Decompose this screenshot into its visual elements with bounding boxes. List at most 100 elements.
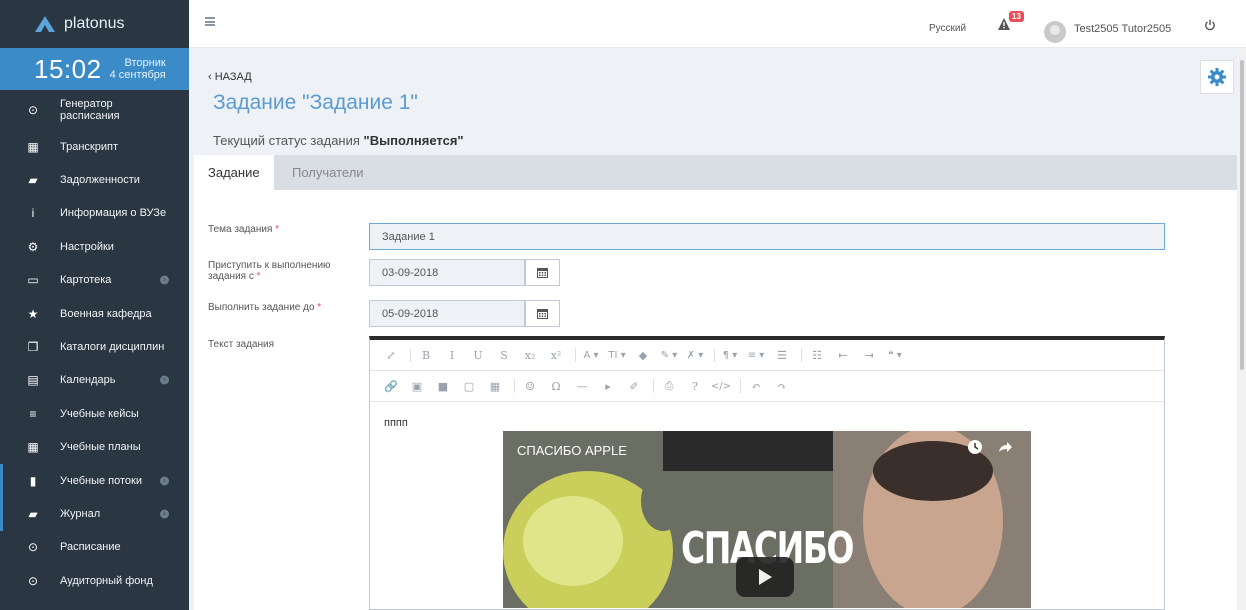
- sidebar-item[interactable]: ⊙ Генератор расписания: [0, 90, 189, 130]
- editor-tool-button[interactable]: ▸: [597, 380, 619, 393]
- sidebar-item[interactable]: ⊙ Расписание: [0, 531, 189, 564]
- editor-tool-button[interactable]: ☺: [519, 380, 541, 393]
- tab-recipients[interactable]: Получатели: [278, 155, 378, 190]
- file-icon: ▮: [29, 473, 37, 488]
- inbox-icon: ▰: [28, 173, 38, 188]
- editor-tool-button[interactable]: ▣: [406, 380, 428, 393]
- editor-tool-button[interactable]: ?: [684, 380, 706, 393]
- editor-tool-button[interactable]: ❝ ▾: [884, 350, 906, 361]
- sidebar-item[interactable]: ▰ Журнал ›: [0, 497, 189, 532]
- sidebar-item-label: Аудиторный фонд: [60, 575, 153, 587]
- status-value: "Выполняется": [363, 133, 464, 148]
- start-date-label-line1: Приступить к выполнению: [208, 260, 331, 271]
- editor-tool-button[interactable]: ¶ ▾: [719, 350, 741, 361]
- editor-tool-button[interactable]: x₂: [519, 349, 541, 362]
- toolbar-separator: [575, 348, 576, 362]
- sidebar-item[interactable]: ▤ Календарь ›: [0, 364, 189, 397]
- clock-icon: ⊙: [27, 573, 39, 588]
- sidebar-item[interactable]: ▮ Учебные потоки ›: [0, 463, 189, 498]
- editor-tool-button[interactable]: ▢: [458, 380, 480, 393]
- page-scrollbar-thumb[interactable]: [1240, 60, 1244, 370]
- clock-day: 4 сентября: [109, 69, 166, 81]
- editor-tool-button[interactable]: A ▾: [580, 350, 602, 361]
- start-date-input[interactable]: 03-09-2018: [369, 259, 525, 286]
- sidebar-item-label: Настройки: [60, 241, 114, 253]
- sidebar-item-label: Транскрипт: [60, 141, 118, 153]
- editor-tool-button[interactable]: U: [467, 349, 489, 362]
- editor-tool-button[interactable]: ☷: [806, 349, 828, 362]
- sidebar-item-label-line1: Генератор: [60, 98, 113, 110]
- sidebar-item[interactable]: ▦ Транскрипт: [0, 130, 189, 163]
- main-content: ‹ НАЗАД Задание "Задание 1" Текущий стат…: [189, 48, 1246, 610]
- editor-tool-button[interactable]: —: [571, 380, 593, 393]
- sidebar-item-label-line1: Каталоги дисциплин: [60, 341, 165, 354]
- editor-tool-button[interactable]: x²: [545, 349, 567, 362]
- logo-text: platonus: [64, 15, 125, 32]
- editor-tool-button[interactable]: ⎙: [658, 379, 680, 393]
- settings-button[interactable]: [1200, 60, 1234, 94]
- username[interactable]: Test2505 Tutor2505: [1074, 23, 1171, 35]
- editor-tool-button[interactable]: ◆: [632, 349, 654, 362]
- editor-tool-button[interactable]: ▦: [484, 380, 506, 393]
- editor-tool-button[interactable]: ⇥: [858, 349, 880, 362]
- due-date-calendar-button[interactable]: [525, 300, 560, 327]
- editor-tool-button[interactable]: ⇤: [832, 349, 854, 362]
- language-selector[interactable]: Русский: [929, 23, 966, 34]
- editor-tool-button[interactable]: B: [415, 349, 437, 362]
- sidebar-item[interactable]: ▦ Учебные планы: [0, 431, 189, 464]
- editor-tool-button[interactable]: ■: [432, 380, 454, 393]
- clock-time: 15:02: [34, 53, 102, 84]
- editor-tool-button[interactable]: ↶: [745, 380, 767, 393]
- logo[interactable]: platonus: [0, 0, 189, 48]
- editor-tool-button[interactable]: ✎ ▾: [658, 350, 680, 361]
- avatar[interactable]: [1044, 21, 1066, 43]
- start-date-calendar-button[interactable]: [525, 259, 560, 286]
- task-status: Текущий статус задания "Выполняется": [213, 133, 464, 148]
- power-icon[interactable]: [1204, 19, 1216, 31]
- editor-text: пппп: [384, 417, 408, 429]
- editor-tool-button[interactable]: </>: [710, 381, 732, 392]
- editor-tool-button[interactable]: ✐: [623, 380, 645, 393]
- editor-content[interactable]: пппп СПАСИБО APPLE СПАСИБО: [370, 404, 1164, 609]
- editor-tool-button[interactable]: Ω: [545, 380, 567, 393]
- calendar-icon: ▤: [27, 373, 39, 388]
- editor-tool-button[interactable]: I: [441, 349, 463, 362]
- sidebar-item[interactable]: ⚙ Настройки: [0, 230, 189, 263]
- editor-tool-button[interactable]: ✗ ▾: [684, 350, 706, 361]
- sidebar-item[interactable]: ❐ Каталоги дисциплин: [0, 330, 189, 363]
- due-date-input[interactable]: 05-09-2018: [369, 300, 525, 327]
- editor-tool-button[interactable]: ⤢: [380, 349, 402, 362]
- star-icon: ★: [27, 306, 39, 321]
- sidebar-item[interactable]: ▰ Задолженности: [0, 163, 189, 196]
- share-icon[interactable]: [997, 439, 1013, 455]
- sidebar-item-label: Учебные кейсы: [60, 408, 139, 420]
- sidebar-item[interactable]: ▭ Картотека ›: [0, 264, 189, 297]
- clock-icon: ⊙: [27, 540, 39, 555]
- sidebar-item[interactable]: ≡ Учебные кейсы: [0, 397, 189, 430]
- editor-tool-button[interactable]: ☰: [771, 349, 793, 362]
- start-date-label-line2: задания с: [208, 271, 254, 282]
- sidebar-item-label-line1: Расписание: [60, 541, 121, 554]
- book-icon: ▰: [28, 506, 38, 521]
- status-prefix: Текущий статус задания: [213, 133, 364, 148]
- editor-tool-button[interactable]: 🔗: [380, 380, 402, 393]
- hamburger-menu-icon[interactable]: [205, 17, 215, 26]
- sidebar-item-label: Учебные потоки: [60, 475, 142, 487]
- clock-weekday: Вторник: [124, 57, 166, 69]
- tab-task[interactable]: Задание: [194, 155, 274, 190]
- sidebar-menu: ⊙ Генератор расписания ▦ Транскрипт ▰ Задолжен…: [0, 90, 189, 597]
- sidebar-item[interactable]: i Информация о ВУЗе: [0, 197, 189, 230]
- sidebar-item[interactable]: ★ Военная кафедра: [0, 297, 189, 330]
- topic-input[interactable]: Задание 1: [369, 223, 1165, 250]
- back-link[interactable]: ‹ НАЗАД: [208, 71, 252, 83]
- editor-tool-button[interactable]: S: [493, 349, 515, 362]
- sidebar-item[interactable]: ⊙ Аудиторный фонд: [0, 564, 189, 597]
- watch-later-icon[interactable]: [967, 439, 983, 455]
- editor-tool-button[interactable]: TI ▾: [606, 350, 628, 361]
- editor-tool-button[interactable]: ≡ ▾: [745, 350, 767, 361]
- rich-text-editor: ⤢ B I U Sx₂ x² A ▾ TI ▾ ◆ ✎ ▾ ✗ ▾ ¶ ▾ ≡ ▾ ☰ ☷ ⇤ ⇥ ❝ ▾ 🔗 ▣ ■…: [369, 336, 1165, 610]
- embedded-video[interactable]: СПАСИБО APPLE СПАСИБО: [503, 431, 1031, 608]
- editor-tool-button[interactable]: ↷: [771, 380, 793, 393]
- clock-date: Вторник 4 сентября: [110, 57, 166, 81]
- play-button[interactable]: [736, 557, 794, 597]
